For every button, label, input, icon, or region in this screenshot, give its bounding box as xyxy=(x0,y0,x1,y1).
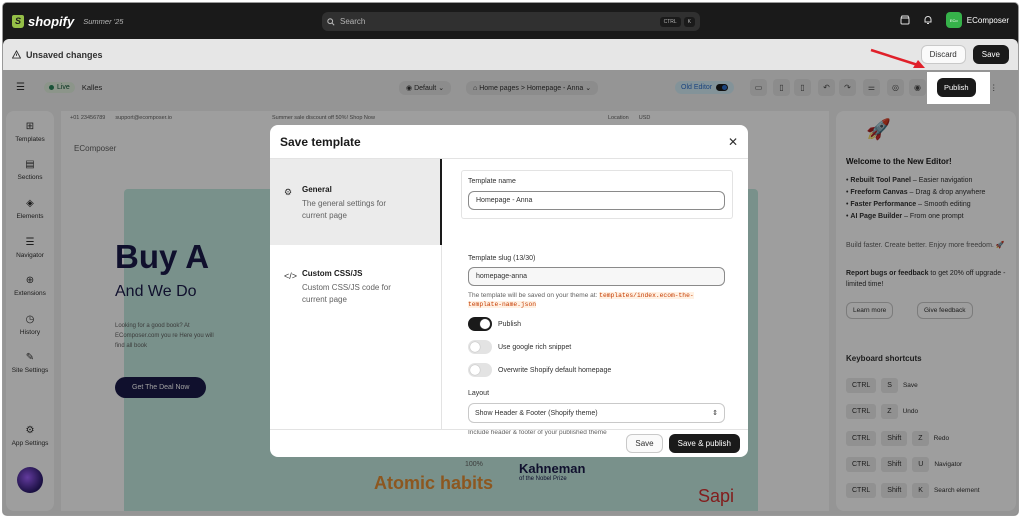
publish-toggle-row[interactable]: Publish xyxy=(468,317,521,331)
publish-button[interactable]: Publish xyxy=(937,78,976,97)
publish-toggle[interactable] xyxy=(468,317,492,331)
shopify-topbar: S shopify Summer '25 Search CTRL K ECo E… xyxy=(3,3,1018,39)
store-icon[interactable] xyxy=(900,15,910,25)
slug-label: Template slug (13/30) xyxy=(468,255,536,262)
publish-toggle-label: Publish xyxy=(498,320,521,328)
store-name[interactable]: EComposer xyxy=(967,16,1009,25)
tab-css-desc: Custom CSS/JS code for current page xyxy=(302,283,391,304)
rich-snippet-label: Use google rich snippet xyxy=(498,343,572,351)
discard-button[interactable]: Discard xyxy=(920,45,966,64)
warning-icon xyxy=(12,50,21,59)
slug-hint: The template will be saved on your theme… xyxy=(468,291,725,309)
annotation-arrow-icon xyxy=(870,48,925,68)
shopify-bag-icon: S xyxy=(12,14,24,28)
store-avatar[interactable]: ECo xyxy=(945,12,962,28)
rich-snippet-toggle[interactable] xyxy=(468,340,492,354)
search-bar[interactable]: Search CTRL K xyxy=(322,12,700,31)
template-name-label: Template name xyxy=(468,178,516,185)
modal-footer: Save Save & publish xyxy=(270,429,748,457)
template-name-input[interactable]: Homepage - Anna xyxy=(468,191,725,210)
search-icon xyxy=(327,17,335,26)
gear-icon: ⚙ xyxy=(284,187,293,197)
modal-header: Save template ✕ xyxy=(270,125,748,159)
save-and-publish-button[interactable]: Save & publish xyxy=(668,434,740,453)
tab-general-desc: The general settings for current page xyxy=(302,199,387,220)
overwrite-homepage-toggle-row[interactable]: Overwrite Shopify default homepage xyxy=(468,363,611,377)
tab-general-title: General xyxy=(302,185,332,194)
template-name-group: Template name Homepage - Anna xyxy=(462,171,732,218)
search-placeholder: Search xyxy=(340,17,366,26)
layout-select[interactable]: Show Header & Footer (Shopify theme) ⇕ xyxy=(468,403,725,423)
shortcut-ctrl: CTRL xyxy=(659,16,681,27)
save-button[interactable]: Save xyxy=(972,45,1009,64)
topbar-actions: ECo EComposer xyxy=(900,12,1009,28)
slug-hint-text: The template will be saved on your theme… xyxy=(468,292,598,299)
shopify-logo[interactable]: S shopify xyxy=(12,14,74,29)
shopify-wordmark: shopify xyxy=(28,13,75,29)
bell-icon[interactable] xyxy=(923,15,933,25)
layout-label: Layout xyxy=(468,390,490,397)
rich-snippet-toggle-row[interactable]: Use google rich snippet xyxy=(468,340,571,354)
layout-value: Show Header & Footer (Shopify theme) xyxy=(475,409,598,417)
tab-general-text: General The general settings for current… xyxy=(302,185,412,245)
slug-field[interactable]: homepage-anna xyxy=(468,267,725,286)
tab-css-text: Custom CSS/JS Custom CSS/JS code for cur… xyxy=(302,269,412,339)
modal-title: Save template xyxy=(280,134,361,149)
unsaved-changes-text: Unsaved changes xyxy=(26,49,103,60)
summer-edition-label: Summer '25 xyxy=(83,16,124,26)
close-icon[interactable]: ✕ xyxy=(728,135,738,149)
code-icon: </> xyxy=(284,271,298,281)
modal-nav: ⚙ General The general settings for curre… xyxy=(270,159,442,429)
shortcut-k: K xyxy=(683,16,695,27)
tab-custom-css-js[interactable]: </> Custom CSS/JS Custom CSS/JS code for… xyxy=(270,269,442,339)
tab-css-title: Custom CSS/JS xyxy=(302,269,363,278)
unsaved-changes-bar: Unsaved changes Discard Save xyxy=(3,39,1018,70)
tab-general[interactable]: ⚙ General The general settings for curre… xyxy=(270,159,442,245)
select-chevron-icon: ⇕ xyxy=(712,410,718,417)
overwrite-homepage-toggle[interactable] xyxy=(468,363,492,377)
overwrite-homepage-label: Overwrite Shopify default homepage xyxy=(498,366,612,374)
app-frame: S shopify Summer '25 Search CTRL K ECo E… xyxy=(2,2,1019,516)
modal-save-button[interactable]: Save xyxy=(626,434,663,453)
